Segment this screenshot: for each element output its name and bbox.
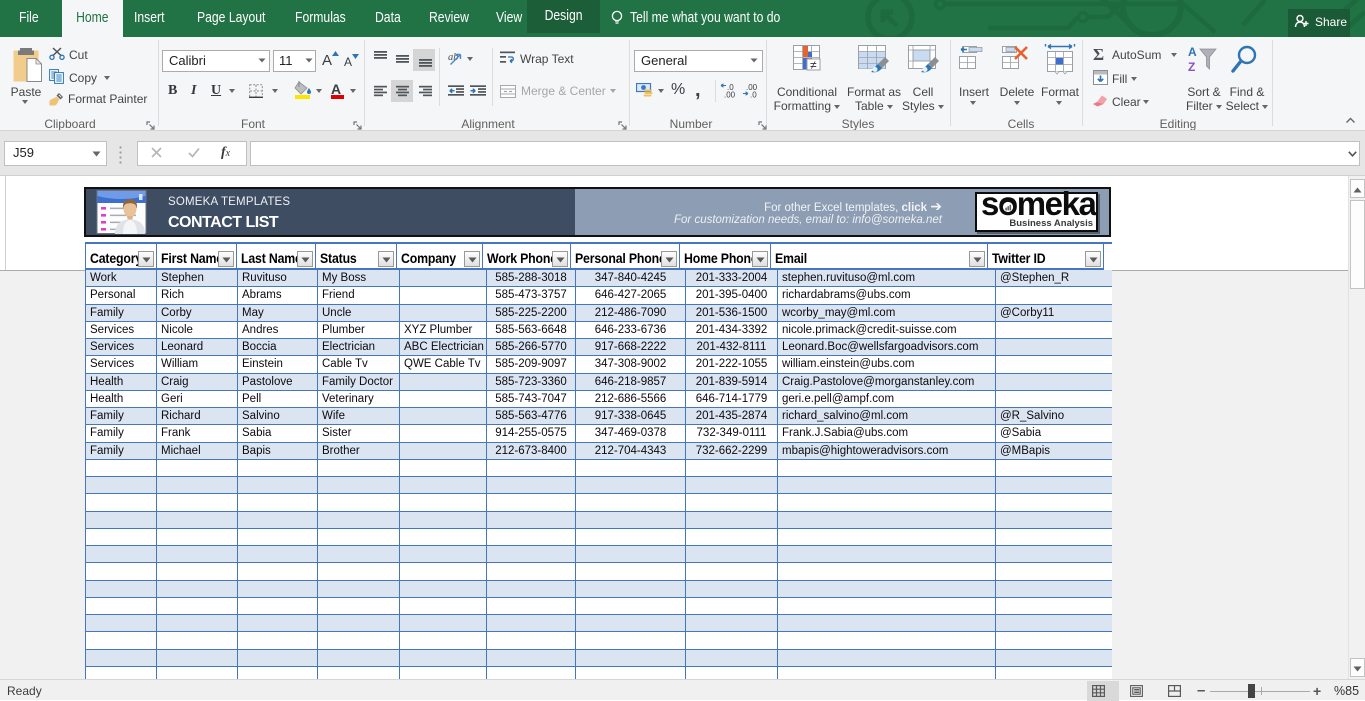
svg-text:≠: ≠ xyxy=(810,58,817,72)
svg-text:.00: .00 xyxy=(724,91,736,99)
svg-text:Z: Z xyxy=(1188,60,1195,74)
svg-text:A: A xyxy=(1188,45,1197,59)
svg-text:.0: .0 xyxy=(750,91,757,99)
